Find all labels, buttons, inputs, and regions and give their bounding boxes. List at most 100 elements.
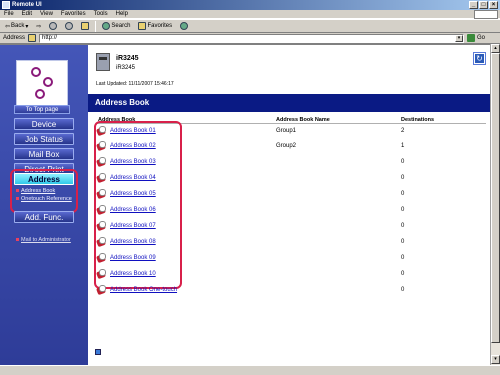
destination-count: 1 — [401, 143, 405, 149]
bullet-icon — [16, 238, 19, 242]
back-to-top-icon[interactable] — [95, 349, 101, 355]
nav-add-func-button[interactable]: Add. Func. — [14, 211, 74, 223]
table-row: Address Book 04 0 — [96, 172, 486, 186]
address-book-icon — [96, 221, 107, 232]
back-arrow-icon: ⇦ — [5, 23, 11, 30]
address-book-link[interactable]: Address Book 10 — [110, 271, 156, 277]
menu-help[interactable]: Help — [116, 10, 128, 18]
close-button[interactable]: × — [489, 1, 498, 9]
destination-count: 0 — [401, 207, 405, 213]
destination-count: 2 — [401, 128, 405, 134]
address-book-link[interactable]: Address Book One-touch — [110, 287, 177, 293]
toolbar-divider — [95, 20, 97, 32]
menu-view[interactable]: View — [40, 10, 53, 18]
menu-file[interactable]: File — [4, 10, 14, 18]
table-row: Address Book 03 0 — [96, 156, 486, 170]
maximize-button[interactable]: □ — [479, 1, 488, 9]
favorites-icon — [138, 22, 147, 30]
menu-bar: File Edit View Favorites Tools Help — [0, 10, 500, 19]
address-book-link[interactable]: Address Book 03 — [110, 159, 156, 165]
nav-device-button[interactable]: Device — [14, 118, 74, 130]
menu-edit[interactable]: Edit — [22, 10, 32, 18]
device-printer-icon — [96, 53, 110, 71]
logo-ring-icon — [43, 77, 53, 87]
address-label: Address — [3, 35, 26, 41]
vertical-scrollbar[interactable]: ▴ ▾ — [490, 44, 500, 365]
menu-favorites[interactable]: Favorites — [61, 10, 86, 18]
destination-count: 0 — [401, 287, 405, 293]
address-book-link[interactable]: Address Book 07 — [110, 223, 156, 229]
table-row: Address Book 06 0 — [96, 204, 486, 218]
destination-count: 0 — [401, 175, 405, 181]
page-title: Address Book — [88, 94, 490, 112]
table-row: Address Book 07 0 — [96, 220, 486, 234]
mail-admin-label: Mail to Administrator — [21, 237, 71, 243]
home-button[interactable] — [79, 21, 91, 32]
address-book-link[interactable]: Address Book 06 — [110, 207, 156, 213]
chevron-down-icon[interactable]: ▾ — [455, 34, 464, 42]
address-book-name: Group2 — [276, 143, 297, 149]
address-book-link[interactable]: Address Book 08 — [110, 239, 156, 245]
address-book-icon — [96, 173, 107, 184]
nav-job-status-button[interactable]: Job Status — [14, 133, 74, 145]
page-icon — [28, 34, 37, 42]
mail-to-administrator-link[interactable]: Mail to Administrator — [16, 237, 78, 243]
device-model: iR3245 — [116, 65, 136, 71]
main-content: iR3245 iR3245 ↻ Last Updated: 11/11/2007… — [88, 45, 490, 366]
address-book-icon — [96, 189, 107, 200]
go-arrow-icon — [467, 34, 476, 42]
destination-count: 0 — [401, 271, 405, 277]
window-title-bar: Remote UI _ □ × — [0, 0, 500, 10]
address-book-icon — [96, 126, 107, 137]
menu-tools[interactable]: Tools — [94, 10, 108, 18]
search-button[interactable]: Search — [100, 21, 132, 32]
stop-icon — [49, 22, 58, 30]
address-book-link[interactable]: Address Book 09 — [110, 255, 156, 261]
forward-arrow-icon: ⇨ — [36, 23, 42, 30]
toolbar: ⇦ Back ▾ ⇨ Search Favorites — [0, 19, 500, 33]
browser-viewport: To Top page Device Job Status Mail Box D… — [0, 44, 490, 366]
table-row: Address Book 09 0 — [96, 252, 486, 266]
refresh-button[interactable] — [63, 21, 75, 32]
nav-sub-onetouch-reference[interactable]: Onetouch Reference — [16, 196, 76, 202]
favorites-button[interactable]: Favorites — [136, 21, 174, 32]
address-book-link[interactable]: Address Book 04 — [110, 175, 156, 181]
address-book-icon — [96, 157, 107, 168]
nav-address-button[interactable]: Address — [14, 173, 74, 185]
refresh-icon — [65, 22, 74, 30]
destination-count: 0 — [401, 159, 405, 165]
nav-mail-box-button[interactable]: Mail Box — [14, 148, 74, 160]
windows-logo — [474, 10, 498, 19]
destination-count: 0 — [401, 191, 405, 197]
forward-button[interactable]: ⇨ — [34, 21, 43, 32]
scroll-up-icon[interactable]: ▴ — [491, 44, 500, 53]
address-bar: Address http:// ▾ Go — [0, 33, 500, 44]
page-refresh-icon[interactable]: ↻ — [473, 52, 486, 65]
bullet-icon — [16, 197, 19, 201]
address-book-icon — [96, 141, 107, 152]
table-row: Address Book 10 0 — [96, 268, 486, 282]
destination-count: 0 — [401, 239, 405, 245]
nav-sub-address-book[interactable]: Address Book — [16, 188, 55, 194]
bullet-icon — [16, 189, 19, 193]
minimize-button[interactable]: _ — [469, 1, 478, 9]
address-input[interactable]: http:// ▾ — [39, 33, 465, 43]
search-label: Search — [111, 23, 131, 29]
last-updated: Last Updated: 11/11/2007 15:46:17 — [96, 81, 174, 87]
address-book-link[interactable]: Address Book 05 — [110, 191, 156, 197]
to-top-page-button[interactable]: To Top page — [14, 105, 70, 114]
logo-ring-icon — [35, 89, 45, 99]
remote-ui-logo[interactable] — [16, 60, 68, 108]
stop-button[interactable] — [47, 21, 59, 32]
back-button[interactable]: ⇦ Back ▾ — [3, 21, 30, 32]
address-book-link[interactable]: Address Book 02 — [110, 143, 156, 149]
table-row: Address Book 08 0 — [96, 236, 486, 250]
scroll-down-icon[interactable]: ▾ — [491, 355, 500, 364]
table-row: Address Book One-touch 0 — [96, 284, 486, 298]
scroll-thumb[interactable] — [491, 53, 500, 343]
address-book-link[interactable]: Address Book 01 — [110, 128, 156, 134]
history-icon — [180, 22, 189, 30]
device-name: iR3245 — [116, 55, 139, 62]
history-button[interactable] — [178, 21, 190, 32]
go-button[interactable]: Go — [467, 34, 485, 42]
